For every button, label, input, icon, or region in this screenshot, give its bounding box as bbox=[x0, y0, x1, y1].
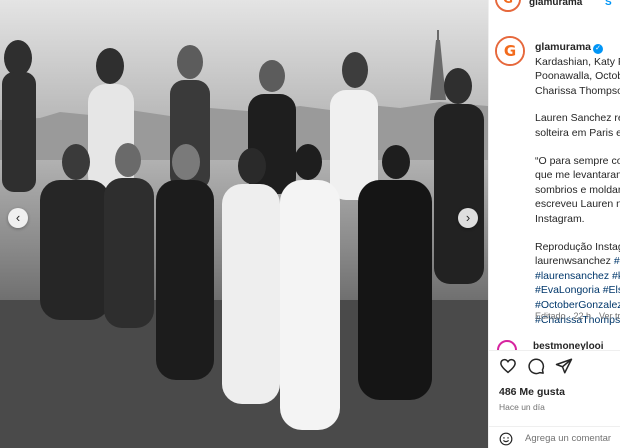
caption-avatar[interactable]: G bbox=[495, 36, 525, 66]
next-photo-button[interactable]: › bbox=[458, 208, 478, 228]
caption-line: Lauren Sanchez reu bbox=[535, 112, 620, 125]
add-comment-bar bbox=[489, 426, 620, 448]
caption-line: escreveu Lauren na bbox=[535, 198, 620, 211]
edited-label: Editado · 22 h bbox=[535, 311, 592, 321]
post-meta: Editado · 22 h Ver tra bbox=[535, 311, 620, 321]
caption-line: Instagram. bbox=[535, 212, 585, 225]
caption-line: Kardashian, Katy Pe bbox=[535, 55, 620, 68]
hashtag-link[interactable]: #L bbox=[614, 255, 620, 267]
chevron-right-icon: › bbox=[465, 210, 471, 225]
caption-line: solteira em Paris e bbox=[535, 126, 620, 139]
caption-line: sombrios e moldar bbox=[535, 183, 620, 196]
caption-line: Charissa Thompson bbox=[535, 84, 620, 97]
hashtag-link[interactable]: #laurensanchez #k bbox=[535, 269, 620, 284]
comment-preview: bestmoneylooi bbox=[489, 334, 620, 350]
header-username[interactable]: glamurama bbox=[529, 0, 582, 8]
glamurama-logo-icon: G bbox=[497, 0, 519, 10]
chevron-left-icon: ‹ bbox=[15, 210, 21, 225]
see-translation-link[interactable]: Ver tra bbox=[599, 311, 620, 321]
avatar[interactable] bbox=[497, 340, 517, 350]
caption-line: Reprodução Instag bbox=[535, 240, 620, 253]
caption-line: que me levantaram bbox=[535, 169, 620, 182]
previous-photo-button[interactable]: ‹ bbox=[8, 208, 28, 228]
emoji-icon[interactable] bbox=[499, 432, 513, 446]
glamurama-logo-icon: G bbox=[497, 38, 523, 64]
hashtag-link[interactable]: #EvaLongoria #Elsa bbox=[535, 283, 620, 298]
comment-input[interactable] bbox=[525, 430, 620, 446]
caption-line: laurenwsanchez bbox=[535, 255, 611, 268]
verified-badge-icon: ✓ bbox=[593, 44, 604, 54]
comment-icon[interactable] bbox=[527, 357, 545, 375]
post-header: G glamurama S bbox=[489, 0, 620, 14]
caption-line: Poonawalla, Octobe bbox=[535, 70, 620, 83]
header-avatar[interactable]: G bbox=[495, 0, 521, 12]
share-icon[interactable] bbox=[555, 357, 573, 375]
likes-count[interactable]: 486 Me gusta bbox=[499, 386, 565, 398]
follow-button[interactable]: S bbox=[605, 0, 612, 8]
photo-illustration bbox=[0, 0, 488, 448]
post-timestamp[interactable]: Hace un día bbox=[499, 402, 545, 412]
caption-username[interactable]: glamurama bbox=[535, 41, 591, 53]
post-side-panel: G glamurama S G glamurama✓ Kardashian, K… bbox=[488, 0, 620, 448]
post-caption: glamurama✓ Kardashian, Katy Pe Poonawall… bbox=[535, 40, 620, 327]
heart-icon[interactable] bbox=[499, 357, 517, 375]
action-bar bbox=[489, 350, 620, 380]
comment-username[interactable]: bestmoneylooi bbox=[533, 341, 604, 350]
caption-line: “O para sempre co bbox=[535, 154, 620, 167]
post-photo[interactable]: ‹ › bbox=[0, 0, 488, 448]
